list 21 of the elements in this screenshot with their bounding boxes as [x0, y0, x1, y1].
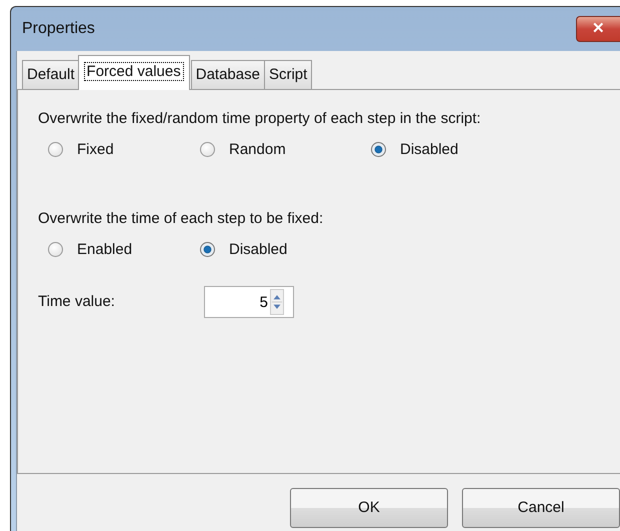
close-button[interactable]: ✕ — [576, 16, 620, 42]
field-label: Time value: — [38, 292, 116, 312]
radio-option[interactable]: Fixed — [38, 138, 190, 161]
radio-option[interactable]: Random — [190, 138, 361, 161]
radio-button[interactable] — [200, 242, 215, 258]
tab[interactable]: Default — [22, 60, 80, 90]
radio-button[interactable] — [371, 142, 386, 158]
radio-button[interactable] — [48, 242, 63, 258]
dialog-button[interactable]: OK — [290, 488, 448, 528]
group-label: Overwrite the fixed/random time property of each step in the script: — [38, 109, 482, 129]
radio-button[interactable] — [200, 142, 215, 158]
tab[interactable]: Database — [190, 60, 265, 90]
window-title: Properties — [22, 19, 95, 39]
tab[interactable]: Forced values — [78, 55, 190, 90]
group-label: Overwrite the time of each step to be fixed: — [38, 209, 324, 229]
radio-button[interactable] — [48, 142, 63, 158]
dialog-button[interactable]: Cancel — [462, 488, 620, 528]
radio-option[interactable]: Disabled — [190, 238, 361, 261]
tab[interactable]: Script — [264, 60, 312, 90]
radio-option[interactable]: Disabled — [361, 138, 513, 161]
radio-option[interactable]: Enabled — [38, 238, 190, 261]
